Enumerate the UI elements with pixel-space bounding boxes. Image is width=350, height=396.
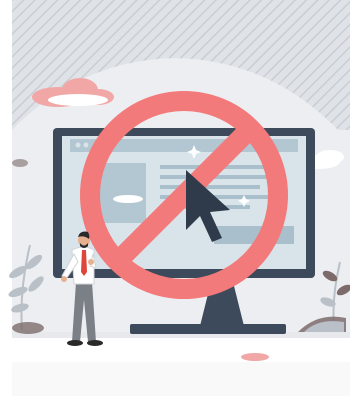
cloud-bottom-icon [241,353,269,361]
cloud-mini-left-icon [12,159,28,167]
no-click-scene [8,0,350,396]
illustration-canvas [0,0,350,396]
screen-image-block [98,163,146,223]
screen-text-line [160,185,260,189]
monitor-base [130,324,286,334]
person-tie [81,250,87,276]
